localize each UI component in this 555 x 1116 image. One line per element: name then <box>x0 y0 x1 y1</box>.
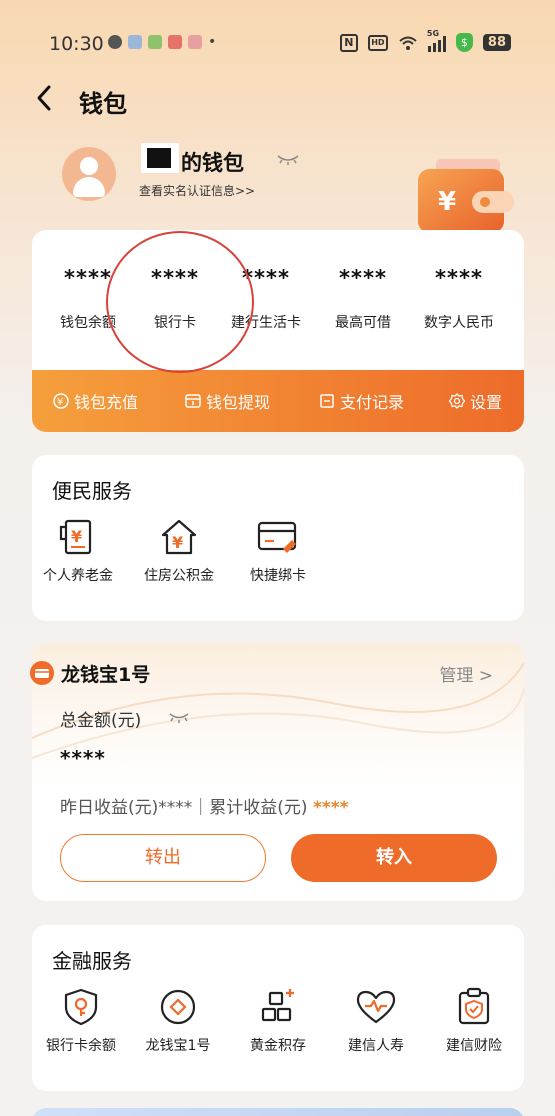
longqianbao-icon <box>160 989 196 1025</box>
cumulative-earnings-value: **** <box>312 798 349 818</box>
housing-fund-icon: ¥ <box>161 519 197 555</box>
highlight-annotation-circle <box>106 231 254 373</box>
finance-title: 金融服务 <box>52 949 132 973</box>
app-icon <box>188 35 202 49</box>
chevron-left-icon <box>37 85 51 111</box>
record-icon <box>320 394 334 408</box>
app-icon <box>128 35 142 49</box>
app-icon <box>148 35 162 49</box>
system-icons: N HD 5G $ 88 <box>339 29 511 52</box>
withdraw-icon <box>185 394 201 408</box>
convenience-title: 便民服务 <box>52 479 132 503</box>
status-bar: 10:30 • N HD 5G $ 88 <box>0 0 555 80</box>
finance-card-balance[interactable]: 银行卡余额 <box>35 987 127 1055</box>
recharge-button[interactable]: ¥ 钱包充值 <box>52 389 138 413</box>
payment-records-button[interactable]: 支付记录 <box>318 389 404 413</box>
masked-name-block <box>141 143 179 173</box>
app-icon <box>168 35 182 49</box>
finance-ccb-property[interactable]: 建信财险 <box>428 987 520 1055</box>
wallet-summary-card: **** 钱包余额 **** 银行卡 **** 建行生活卡 **** 最高可借 … <box>32 230 524 432</box>
svg-text:¥: ¥ <box>71 527 82 546</box>
card-balance-icon <box>64 988 98 1026</box>
earnings-line: 昨日收益(元)****｜累计收益(元) **** <box>60 798 349 818</box>
bind-card-icon <box>257 521 297 553</box>
hd-icon: HD <box>367 34 388 51</box>
page-title: 钱包 <box>79 90 127 118</box>
withdraw-button[interactable]: 钱包提现 <box>184 389 270 413</box>
shield-icon <box>458 987 490 1025</box>
svg-text:¥: ¥ <box>57 397 63 408</box>
service-quick-bind-card[interactable]: 快捷绑卡 <box>232 517 324 585</box>
gear-icon <box>448 393 466 409</box>
next-card-peek <box>32 1108 524 1116</box>
finance-gold[interactable]: 黄金积存 <box>232 987 324 1055</box>
nfc-icon: N <box>339 33 358 52</box>
signal-icon: 5G <box>427 29 446 52</box>
svg-text:¥: ¥ <box>172 533 183 552</box>
security-shield-icon: $ <box>455 33 473 52</box>
wifi-icon <box>399 36 417 50</box>
dot-icon: • <box>208 34 217 50</box>
verify-info-link[interactable]: 查看实名认证信息>> <box>139 182 255 199</box>
status-time: 10:30 <box>49 33 104 55</box>
total-amount-label: 总金额(元) <box>60 711 142 731</box>
wallet-illustration-icon: ¥ <box>418 159 514 233</box>
service-pension[interactable]: ¥ 个人养老金 <box>32 517 124 585</box>
manage-link[interactable]: 管理 > <box>439 661 493 686</box>
transfer-in-button[interactable]: 转入 <box>291 834 497 882</box>
longqianbao-name: 龙钱宝1号 <box>61 664 151 686</box>
wallet-action-bar: ¥ 钱包充值 钱包提现 支付记录 设置 <box>32 370 524 432</box>
longqianbao-logo-icon <box>30 661 54 685</box>
summary-max-loan[interactable]: **** 最高可借 <box>318 266 408 332</box>
summary-digital-rmb[interactable]: **** 数字人民币 <box>414 266 504 332</box>
finance-services-card: 金融服务 银行卡余额 龙钱宝1号 黄金积存 建信人寿 建信财险 <box>32 925 524 1091</box>
finance-longqianbao[interactable]: 龙钱宝1号 <box>132 987 224 1055</box>
yuan-plus-icon: ¥ <box>53 393 69 409</box>
svg-text:¥: ¥ <box>438 187 456 217</box>
avatar[interactable] <box>62 147 116 201</box>
battery-icon: 88 <box>482 34 511 51</box>
service-housing-fund[interactable]: ¥ 住房公积金 <box>133 517 225 585</box>
settings-button[interactable]: 设置 <box>448 389 502 413</box>
wallet-owner-name: 的钱包 <box>181 151 244 175</box>
pension-icon: ¥ <box>59 519 92 555</box>
heart-icon <box>356 990 396 1024</box>
transfer-out-button[interactable]: 转出 <box>60 834 266 882</box>
eye-closed-icon[interactable] <box>168 711 190 723</box>
finance-ccb-life[interactable]: 建信人寿 <box>330 987 422 1055</box>
chat-icon <box>108 35 122 49</box>
convenience-services-card: 便民服务 ¥ 个人养老金 ¥ 住房公积金 快捷绑卡 <box>32 455 524 621</box>
notification-icons: • <box>108 34 216 50</box>
back-button[interactable] <box>34 84 58 114</box>
total-amount-value: **** <box>60 746 106 770</box>
eye-closed-icon[interactable] <box>276 152 300 166</box>
gold-icon <box>261 989 294 1022</box>
